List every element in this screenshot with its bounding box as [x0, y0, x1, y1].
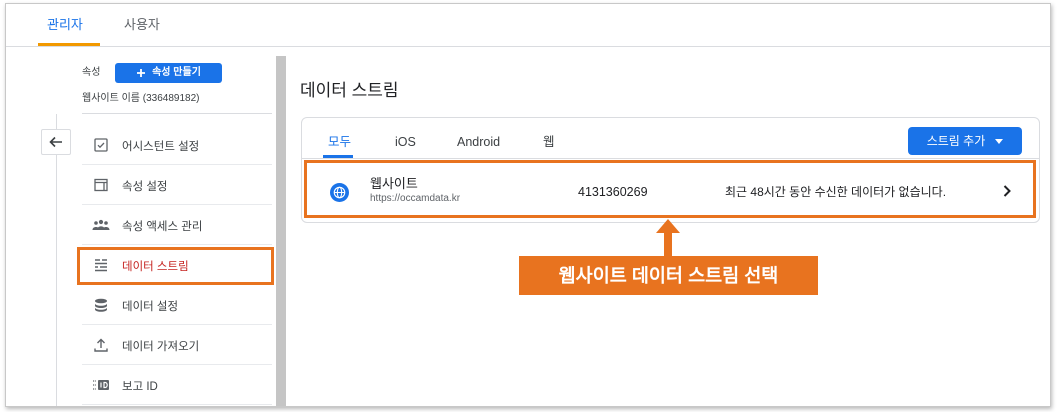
checkbox-icon	[92, 137, 110, 153]
top-bar-divider	[6, 46, 1050, 47]
add-stream-button[interactable]: 스트림 추가	[908, 127, 1022, 155]
tab-all[interactable]: 모두	[328, 135, 351, 150]
annotation-callout: 웹사이트 데이터 스트림 선택	[519, 256, 818, 295]
tab-ios[interactable]: iOS	[395, 135, 416, 150]
people-icon	[92, 217, 110, 233]
sidebar-divider	[82, 113, 272, 114]
sidebar-item-assistant-settings[interactable]: 어시스턴트 설정	[82, 125, 272, 165]
nav-annotation-highlight	[77, 247, 274, 285]
sidebar-item-label: 어시스턴트 설정	[122, 141, 200, 153]
plus-icon	[136, 68, 146, 78]
sidebar-item-data-settings[interactable]: 데이터 설정	[82, 285, 272, 325]
arrow-left-icon	[48, 134, 64, 150]
globe-icon	[330, 183, 349, 202]
sidebar-item-label: 데이터 설정	[122, 301, 179, 313]
chevron-right-icon[interactable]	[1001, 184, 1013, 198]
caret-down-icon	[995, 138, 1004, 144]
sidebar-item-property-access[interactable]: 속성 액세스 관리	[82, 205, 272, 245]
panel-divider[interactable]	[276, 56, 286, 407]
database-icon	[92, 297, 110, 313]
stream-name: 웹사이트	[370, 176, 418, 191]
sidebar-item-label: 데이터 가져오기	[122, 341, 200, 353]
sidebar-item-reporting-id[interactable]: 보고 ID	[82, 365, 272, 405]
sidebar-item-label: 속성 설정	[122, 181, 168, 193]
sidebar-item-property-settings[interactable]: 속성 설정	[82, 165, 272, 205]
sidebar-item-label: 속성 액세스 관리	[122, 221, 203, 233]
window-icon	[92, 177, 110, 193]
property-name[interactable]: 웹사이트 이름 (336489182)	[82, 93, 199, 105]
sidebar-tree-line	[56, 114, 57, 407]
tab-admin[interactable]: 관리자	[47, 17, 83, 33]
tabs-divider	[302, 158, 1039, 159]
stream-url: https://occamdata.kr	[370, 193, 461, 204]
create-property-button[interactable]: 속성 만들기	[115, 63, 222, 83]
tab-android[interactable]: Android	[457, 135, 500, 150]
add-stream-label: 스트림 추가	[926, 133, 986, 148]
tab-web[interactable]: 웹	[543, 135, 555, 150]
upload-icon	[92, 337, 110, 353]
stream-status: 최근 48시간 동안 수신한 데이터가 없습니다.	[725, 185, 947, 199]
page-title: 데이터 스트림	[300, 81, 399, 100]
tab-user[interactable]: 사용자	[124, 17, 160, 33]
property-label: 속성	[82, 67, 101, 78]
sidebar-item-label: 보고 ID	[122, 381, 158, 393]
reporting-id-icon	[92, 377, 110, 393]
sidebar-item-data-import[interactable]: 데이터 가져오기	[82, 325, 272, 365]
back-button[interactable]	[41, 129, 71, 155]
stream-id: 4131360269	[578, 185, 648, 199]
arrow-up-icon	[655, 219, 681, 257]
create-property-label: 속성 만들기	[152, 67, 201, 78]
